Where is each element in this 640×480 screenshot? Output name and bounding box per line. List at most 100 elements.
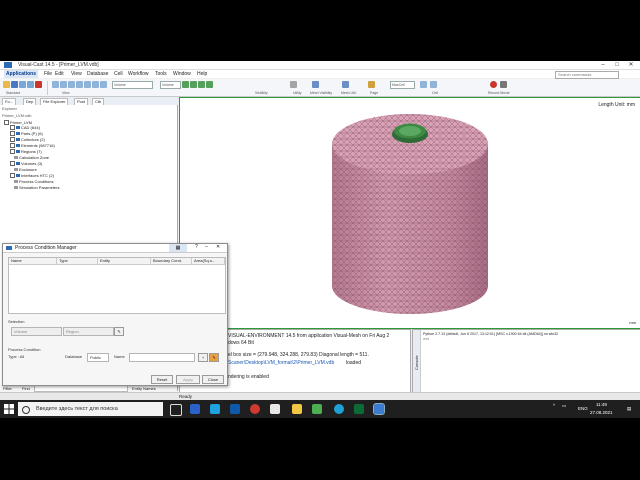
menu-edit[interactable]: Edit: [55, 71, 64, 77]
edge-new-icon[interactable]: [334, 404, 344, 414]
redo-icon[interactable]: [27, 81, 34, 88]
selection-edit-button[interactable]: ✎: [114, 327, 124, 336]
visual-cast-taskbar-icon[interactable]: [373, 403, 385, 415]
tree-node[interactable]: CAD (644): [10, 125, 40, 131]
expand-icon[interactable]: [10, 143, 15, 149]
apply-button[interactable]: Apply: [176, 375, 200, 384]
save-icon[interactable]: [11, 81, 18, 88]
add-condition-button[interactable]: +: [198, 353, 208, 362]
tray-chevron-icon[interactable]: ^: [553, 403, 555, 408]
clock-time[interactable]: 11:49: [596, 402, 607, 407]
col-entity[interactable]: Entity: [98, 258, 151, 265]
menu-tools[interactable]: Tools: [155, 71, 167, 77]
notifications-icon[interactable]: ▤: [627, 406, 631, 412]
dialog-close-button[interactable]: ✕: [216, 244, 220, 250]
menu-view[interactable]: View: [71, 71, 82, 77]
expand-icon[interactable]: [10, 131, 15, 137]
col-name[interactable]: Name: [9, 258, 57, 265]
view-fit-icon[interactable]: [84, 81, 91, 88]
menu-file[interactable]: File: [44, 71, 52, 77]
view-front-icon[interactable]: [60, 81, 67, 88]
mesh-visibility-icon[interactable]: [312, 81, 319, 88]
menu-help[interactable]: Help: [197, 71, 207, 77]
menu-window[interactable]: Window: [173, 71, 191, 77]
tree-node[interactable]: Calculation Zone: [14, 155, 49, 160]
visibility-all-icon[interactable]: [206, 81, 213, 88]
view-top-icon[interactable]: [76, 81, 83, 88]
view-rotate-icon[interactable]: [100, 81, 107, 88]
close-window-button[interactable]: ✕: [624, 61, 638, 69]
stop-record-icon[interactable]: [500, 81, 507, 88]
expand-icon[interactable]: [10, 125, 15, 131]
volume-combo-2[interactable]: Volume: [160, 81, 181, 89]
tree-node[interactable]: Simulation Parameters: [14, 185, 59, 190]
menu-cell[interactable]: Cell: [114, 71, 123, 77]
console-side-tab[interactable]: Console: [413, 330, 421, 392]
visibility-show-icon[interactable]: [182, 81, 189, 88]
app-icon-gear[interactable]: [270, 404, 280, 414]
selection-volume-combo[interactable]: Volume: [11, 327, 62, 336]
visibility-hide-icon[interactable]: [190, 81, 197, 88]
cell-tool-icon[interactable]: [420, 81, 427, 88]
utility-icon[interactable]: [290, 81, 297, 88]
visibility-isolate-icon[interactable]: [198, 81, 205, 88]
command-search-input[interactable]: Search commands: [555, 71, 619, 79]
dialog-grid-button[interactable]: ▦: [169, 244, 187, 252]
mesh-util-icon[interactable]: [342, 81, 349, 88]
log-line-link[interactable]: Scaner\Desktop\LVM_format\2\Primer_LVM.v…: [228, 360, 334, 366]
find-input[interactable]: [34, 385, 128, 392]
close-button[interactable]: Close: [202, 375, 224, 384]
expand-icon[interactable]: [10, 149, 15, 155]
tree-node[interactable]: Enclosure: [14, 167, 37, 172]
dialog-minimize-button[interactable]: –: [205, 244, 208, 250]
delete-icon[interactable]: [35, 81, 42, 88]
applications-menu[interactable]: Applications: [4, 70, 39, 78]
windows-start-icon[interactable]: [4, 404, 14, 414]
view-iso-icon[interactable]: [52, 81, 59, 88]
edge-icon[interactable]: [190, 404, 200, 414]
expand-icon[interactable]: [10, 161, 15, 167]
col-boundary-cond[interactable]: Boundary Cond.: [151, 258, 192, 265]
menu-database[interactable]: Database: [87, 71, 108, 77]
excel-icon[interactable]: [354, 404, 364, 414]
volume-combo-1[interactable]: Volume: [112, 81, 153, 89]
outlook-icon[interactable]: [230, 404, 240, 414]
minimize-button[interactable]: –: [596, 61, 610, 69]
app-icon-green[interactable]: [312, 404, 322, 414]
selection-region-combo[interactable]: Region: [63, 327, 114, 336]
expand-icon[interactable]: [4, 120, 9, 126]
cell-tool2-icon[interactable]: [430, 81, 437, 88]
tree-node[interactable]: Process Conditions: [14, 179, 53, 184]
tree-node[interactable]: Volumes (3): [10, 161, 42, 167]
network-icon[interactable]: ▭: [562, 403, 566, 409]
app-icon-blue[interactable]: [210, 404, 220, 414]
expand-icon[interactable]: [10, 173, 15, 179]
python-console[interactable]: Console Python 2.7.13 (default, Jun 6 20…: [412, 329, 640, 393]
col-area[interactable]: Area(Sq.u...: [192, 258, 225, 265]
tree-node[interactable]: Parts (P) (6): [10, 131, 43, 137]
cylinder-mesh-model[interactable]: [320, 106, 500, 321]
tree-node[interactable]: Elements (987716): [10, 143, 55, 149]
page-icon[interactable]: [368, 81, 375, 88]
maxcell-combo[interactable]: MaxCell: [390, 81, 415, 89]
col-type[interactable]: Type: [57, 258, 98, 265]
reset-button[interactable]: Reset: [151, 375, 173, 384]
tree-node[interactable]: Interfaces HTC (2): [10, 173, 54, 179]
name-combo[interactable]: [129, 353, 195, 362]
chrome-icon[interactable]: [250, 404, 260, 414]
tree-node[interactable]: Regions (7): [10, 149, 42, 155]
view-side-icon[interactable]: [68, 81, 75, 88]
entity-names-combo[interactable]: Entity Names: [132, 386, 156, 391]
record-icon[interactable]: [490, 81, 497, 88]
undo-icon[interactable]: [19, 81, 26, 88]
process-condition-table[interactable]: Name Type Entity Boundary Cond. Area(Sq.…: [8, 257, 226, 314]
3d-viewport[interactable]: Length Unit: mm mm: [179, 97, 640, 329]
dialog-help-button[interactable]: ?: [195, 244, 198, 250]
menu-workflow[interactable]: Workflow: [128, 71, 148, 77]
file-explorer-icon[interactable]: [292, 404, 302, 414]
clock-date[interactable]: 27.08.2021: [590, 410, 613, 415]
language-indicator[interactable]: ENG: [578, 406, 588, 411]
taskbar-search-input[interactable]: Введите здесь текст для поиска: [18, 402, 163, 416]
tree-node[interactable]: Collectors (2): [10, 137, 45, 143]
task-view-icon[interactable]: [170, 404, 182, 416]
